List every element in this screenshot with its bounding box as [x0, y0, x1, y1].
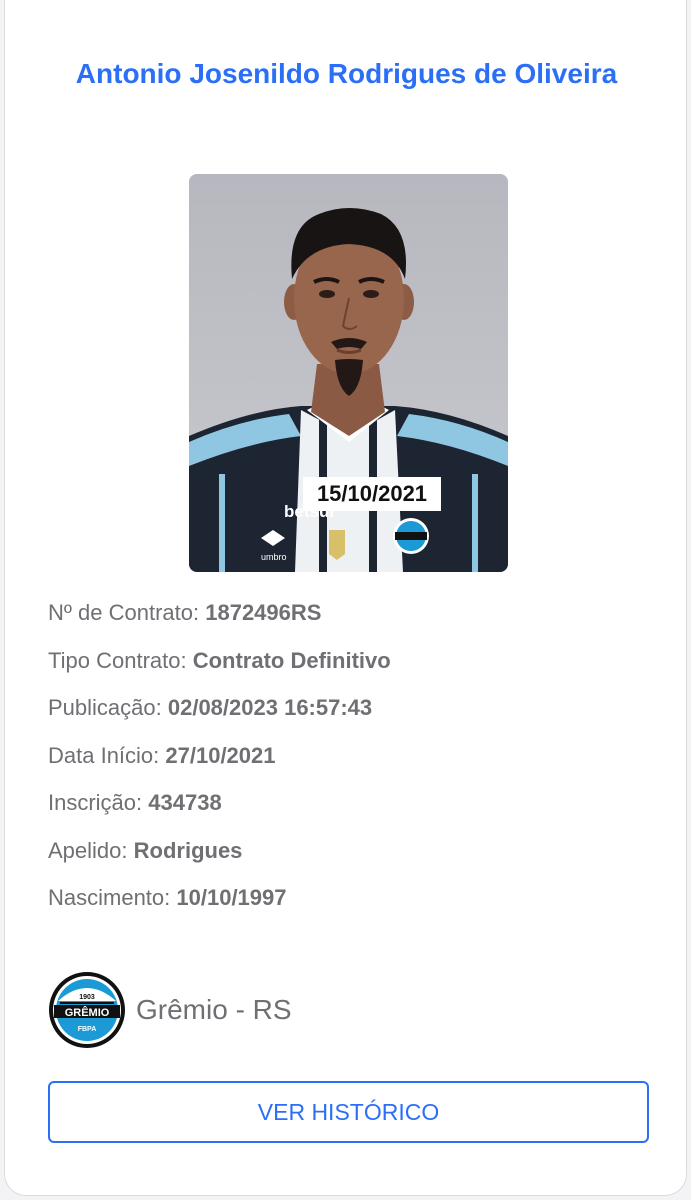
detail-label: Apelido: — [48, 837, 134, 863]
club-crest-sub: FBPA — [78, 1026, 97, 1033]
club-crest-icon: 1903 GRÊMIO FBPA — [49, 972, 125, 1048]
detail-label: Publicação: — [48, 695, 168, 720]
detail-publication: Publicação: 02/08/2023 16:57:43 — [48, 691, 648, 739]
detail-nickname: Apelido: Rodrigues — [48, 834, 648, 882]
player-photo: betsul umbro 15/10/2021 — [189, 174, 508, 572]
detail-contract-type: Tipo Contrato: Contrato Definitivo — [48, 644, 648, 692]
photo-date-stamp: 15/10/2021 — [303, 477, 441, 511]
detail-value: Rodrigues — [133, 837, 243, 863]
player-card: Antonio Josenildo Rodrigues de Oliveira — [4, 0, 687, 1196]
view-history-button[interactable]: VER HISTÓRICO — [48, 1081, 649, 1143]
club-crest-year: 1903 — [79, 994, 95, 1001]
contract-details: Nº de Contrato: 1872496RS Tipo Contrato:… — [48, 596, 648, 929]
detail-label: Tipo Contrato: — [48, 647, 193, 673]
detail-label: Inscrição: — [48, 790, 149, 815]
kit-brand-text: umbro — [261, 552, 287, 562]
detail-value: 10/10/1997 — [176, 885, 287, 910]
detail-registration: Inscrição: 434738 — [48, 786, 648, 834]
detail-start-date: Data Início: 27/10/2021 — [48, 739, 648, 787]
detail-label: Nascimento: — [48, 885, 177, 910]
club-info: 1903 GRÊMIO FBPA Grêmio - RS — [48, 970, 292, 1050]
detail-value: 02/08/2023 16:57:43 — [167, 695, 373, 720]
club-name: Grêmio - RS — [136, 994, 292, 1025]
detail-contract-number: Nº de Contrato: 1872496RS — [48, 596, 648, 644]
detail-value: 434738 — [148, 790, 222, 815]
detail-value: Contrato Definitivo — [192, 647, 391, 673]
detail-value: 27/10/2021 — [165, 742, 276, 768]
detail-label: Data Início: — [48, 742, 166, 768]
club-crest-text: GRÊMIO — [65, 1006, 110, 1019]
player-photo-image: betsul umbro — [189, 174, 508, 572]
detail-birth-date: Nascimento: 10/10/1997 — [48, 881, 648, 929]
detail-value: 1872496RS — [205, 600, 322, 625]
detail-label: Nº de Contrato: — [48, 600, 206, 625]
player-name: Antonio Josenildo Rodrigues de Oliveira — [75, 58, 618, 89]
